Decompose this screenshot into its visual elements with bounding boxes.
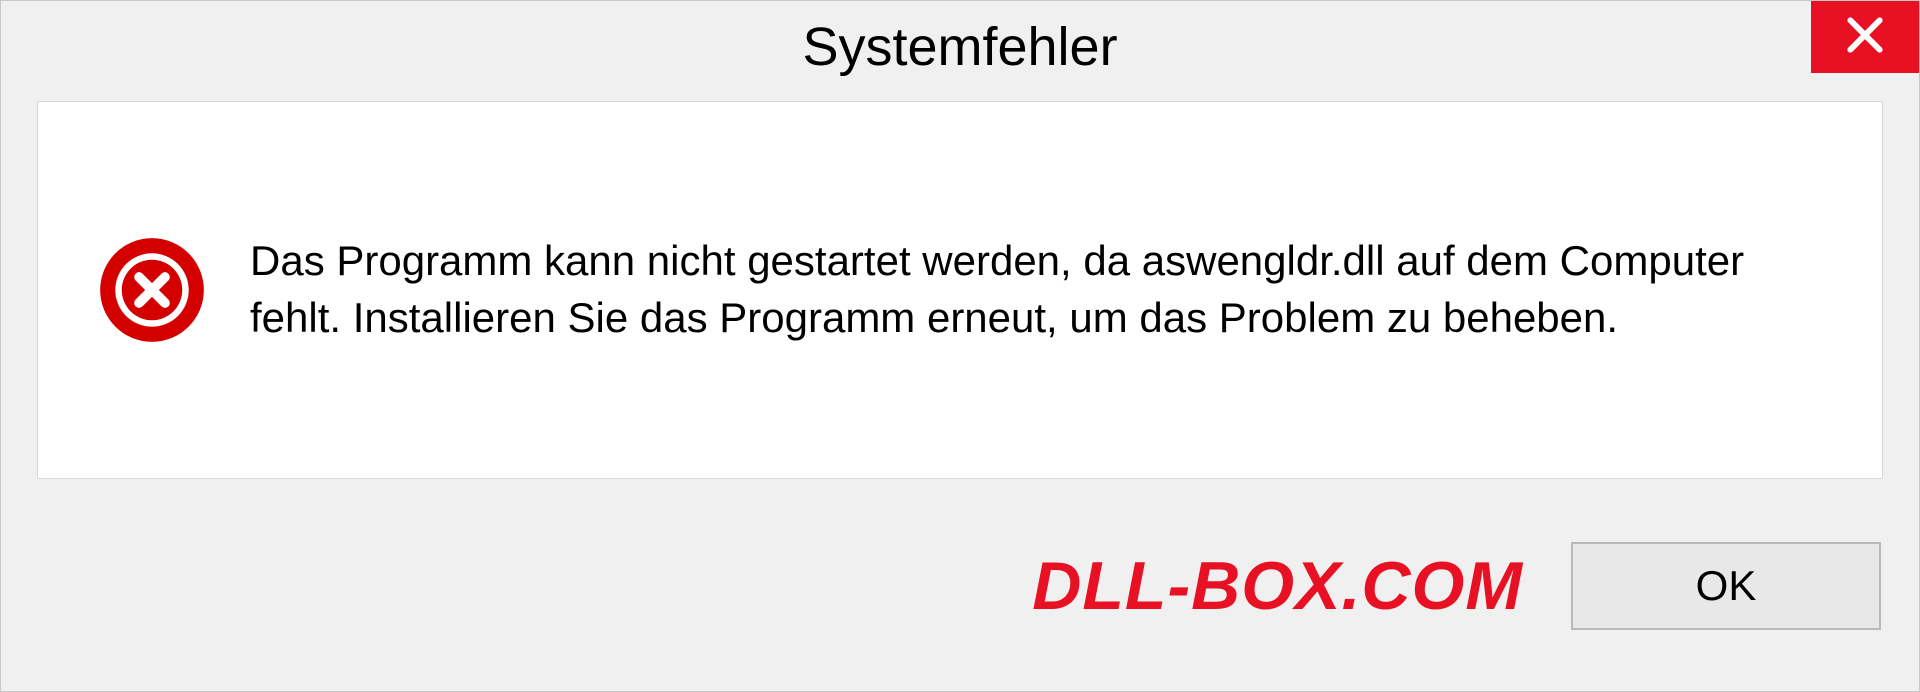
ok-button[interactable]: OK [1571, 542, 1881, 630]
ok-button-label: OK [1696, 562, 1757, 610]
dialog-title: Systemfehler [802, 16, 1117, 78]
close-button[interactable] [1811, 1, 1919, 73]
error-dialog: Systemfehler Das Programm kann nicht ges… [0, 0, 1920, 692]
error-icon [98, 236, 206, 344]
dialog-footer: DLL-BOX.COM OK [1, 501, 1919, 691]
close-icon [1843, 13, 1887, 62]
content-panel: Das Programm kann nicht gestartet werden… [37, 101, 1883, 479]
titlebar: Systemfehler [1, 1, 1919, 93]
error-message: Das Programm kann nicht gestartet werden… [250, 233, 1822, 346]
watermark-text: DLL-BOX.COM [1032, 547, 1523, 625]
